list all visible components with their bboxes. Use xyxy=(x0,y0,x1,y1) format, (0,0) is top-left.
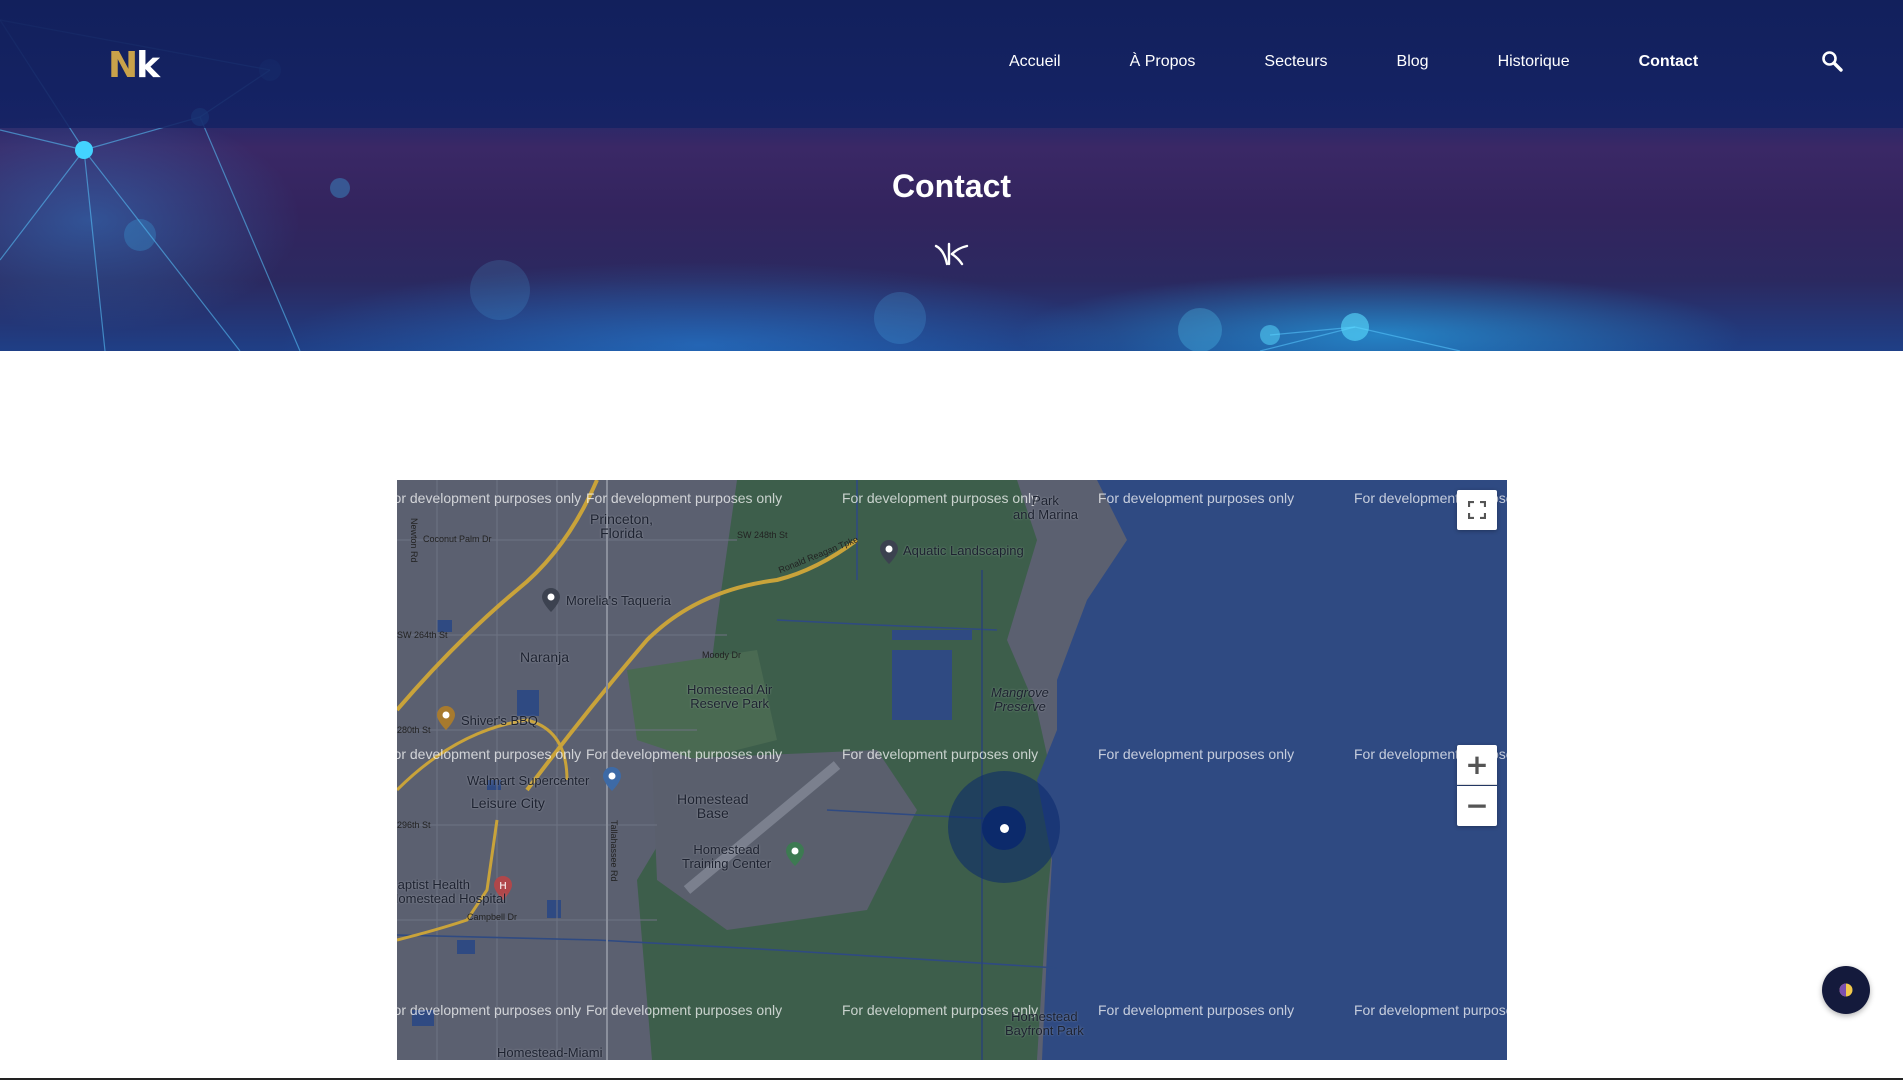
logo-letter-n: N xyxy=(108,45,138,86)
place-label-homestead-air-reserve: Homestead Air Reserve Park xyxy=(687,682,773,711)
poi-aquatic-landscaping[interactable]: Aquatic Landscaping xyxy=(903,544,1024,558)
place-label-leisure-city: Leisure City xyxy=(471,795,545,811)
poi-shivers-bbq[interactable]: Shiver's BBQ xyxy=(461,714,538,728)
road-label-296th: 296th St xyxy=(397,820,431,830)
fullscreen-icon xyxy=(1468,501,1486,519)
road-label-campbell: Campbell Dr xyxy=(467,912,518,922)
place-label-homestead-miami: Homestead-Miami xyxy=(497,1045,603,1060)
road-label-sw248: SW 248th St xyxy=(737,530,788,540)
map-pin-icon[interactable] xyxy=(880,540,898,564)
brand-mark-icon xyxy=(934,240,970,268)
plus-icon: + xyxy=(1465,747,1489,781)
place-label-park-marina: Park and Marina xyxy=(1013,493,1079,522)
nav-contact[interactable]: Contact xyxy=(1639,50,1699,74)
site-logo[interactable]: N k xyxy=(108,44,160,86)
navigation-bar: N k Accueil À Propos Secteurs Blog Histo… xyxy=(0,0,1903,128)
road-label-coconut-palm: Coconut Palm Dr xyxy=(423,534,492,544)
nav-accueil[interactable]: Accueil xyxy=(1009,50,1061,74)
logo-letter-k: k xyxy=(136,45,160,86)
location-marker-dot xyxy=(1000,824,1009,833)
shopping-pin-icon[interactable] xyxy=(603,767,621,791)
place-label-bayfront-park: Homestead Bayfront Park xyxy=(1005,1009,1084,1038)
road-label-sw264: SW 264th St xyxy=(397,630,448,640)
location-map[interactable]: For development purposes only For develo… xyxy=(397,480,1507,1060)
contrast-icon xyxy=(1839,983,1853,997)
poi-walmart-supercenter[interactable]: Walmart Supercenter xyxy=(467,774,589,788)
place-label-mangrove-preserve: Mangrove Preserve xyxy=(991,685,1049,714)
zoom-out-button[interactable]: − xyxy=(1457,786,1497,826)
fullscreen-button[interactable] xyxy=(1457,490,1497,530)
nav-blog[interactable]: Blog xyxy=(1397,50,1429,74)
place-label-naranja: Naranja xyxy=(520,649,570,665)
zoom-in-button[interactable]: + xyxy=(1457,745,1497,785)
hero-banner: N k Accueil À Propos Secteurs Blog Histo… xyxy=(0,0,1903,351)
nav-historique[interactable]: Historique xyxy=(1498,50,1570,74)
nav-secteurs[interactable]: Secteurs xyxy=(1264,50,1327,74)
park-pin-icon[interactable] xyxy=(786,842,804,866)
road-label-moody: Moody Dr xyxy=(702,650,742,660)
road-label-tallahassee: Tallahassee Rd xyxy=(609,820,619,882)
restaurant-pin-icon[interactable] xyxy=(437,706,455,730)
place-label-princeton: Princeton, Florida xyxy=(590,511,654,541)
page-title: Contact xyxy=(891,168,1012,204)
place-label-homestead-base: Homestead Base xyxy=(677,791,749,821)
poi-baptist-health-hospital[interactable]: Baptist Health Homestead Hospital xyxy=(397,878,506,906)
accessibility-contrast-button[interactable] xyxy=(1822,966,1870,1014)
minus-icon: − xyxy=(1465,789,1489,822)
poi-morelias-taqueria[interactable]: Morelia's Taqueria xyxy=(566,594,671,608)
search-icon[interactable] xyxy=(1821,50,1843,72)
road-label-280th: 280th St xyxy=(397,725,431,735)
nav-a-propos[interactable]: À Propos xyxy=(1130,50,1196,74)
map-pin-icon[interactable] xyxy=(542,588,560,612)
map-tiles xyxy=(397,480,1507,1060)
road-label-newton: Newton Rd xyxy=(409,518,419,563)
main-navigation: Accueil À Propos Secteurs Blog Historiqu… xyxy=(1009,50,1767,74)
poi-homestead-training-center[interactable]: Homestead Training Center xyxy=(682,843,771,871)
